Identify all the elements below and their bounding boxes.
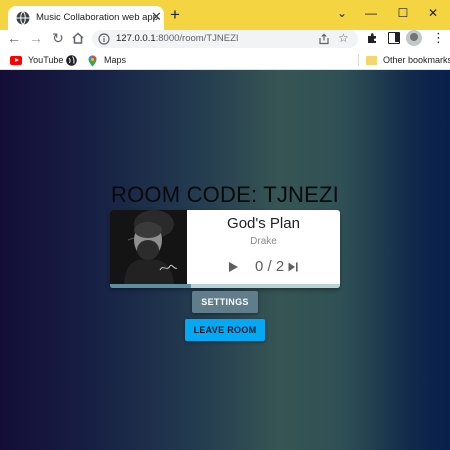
youtube-icon [10, 56, 22, 66]
minimize-icon[interactable]: — [358, 2, 384, 24]
bookmark-label: YouTube [28, 55, 64, 65]
browser-tab[interactable]: Music Collaboration web app ✕ [8, 6, 164, 30]
browser-toolbar: ← → ↻ 127.0.0.1:8000/room/TJNEZI ☆ ⋮ [0, 30, 450, 50]
song-progress-fill [110, 284, 191, 288]
music-player-card: God's Plan Drake 0 / 2 [110, 210, 340, 288]
browser-menu-icon[interactable]: ⋮ [432, 30, 445, 46]
skip-next-icon[interactable] [287, 261, 299, 273]
share-icon[interactable] [318, 33, 330, 45]
other-bookmarks-label: Other bookmarks [383, 55, 450, 65]
extensions-icon[interactable] [366, 32, 378, 44]
bookmark-youtube[interactable]: YouTube [10, 52, 63, 68]
other-bookmarks[interactable]: Other bookmarks [366, 52, 450, 68]
profile-avatar-icon[interactable] [406, 30, 422, 46]
info-icon[interactable] [98, 33, 110, 45]
reload-icon[interactable]: ↻ [50, 30, 66, 46]
skip-vote-count: 0 / 2 [255, 258, 285, 275]
bookmarks-divider [358, 54, 359, 66]
url-path: :8000/room/TJNEZI [155, 33, 239, 44]
song-title: God's Plan [227, 215, 300, 232]
room-code-label: ROOM CODE: [111, 182, 258, 207]
leave-room-button[interactable]: LEAVE ROOM [185, 319, 265, 341]
back-icon[interactable]: ← [6, 30, 22, 46]
globe-icon [66, 55, 77, 66]
album-cover [110, 210, 187, 284]
url-text[interactable]: 127.0.0.1:8000/room/TJNEZI [116, 33, 239, 44]
forward-icon[interactable]: → [28, 30, 44, 46]
home-icon[interactable] [71, 31, 85, 45]
url-host: 127.0.0.1 [116, 33, 156, 44]
settings-button[interactable]: SETTINGS [192, 291, 258, 313]
room-code-value: TJNEZI [263, 182, 339, 207]
play-icon[interactable] [227, 261, 239, 273]
song-artist: Drake [250, 236, 277, 247]
tab-search-chevron-icon[interactable]: ⌄ [329, 2, 355, 24]
new-tab-icon[interactable]: + [170, 5, 180, 25]
maximize-icon[interactable]: ☐ [390, 2, 416, 24]
close-window-icon[interactable]: ✕ [420, 2, 446, 24]
bookmark-maps[interactable]: Maps [87, 52, 126, 68]
bookmark-label: Maps [104, 55, 127, 65]
room-page: ROOM CODE: TJNEZI God's Plan Drake 0 / 2… [0, 70, 450, 450]
song-progress-bar [110, 284, 340, 288]
maps-icon [88, 55, 97, 67]
folder-icon [366, 56, 377, 66]
close-tab-icon[interactable]: ✕ [151, 9, 162, 25]
browser-titlebar: Music Collaboration web app ✕ + ⌄ — ☐ ✕ [0, 0, 450, 30]
side-panel-icon[interactable] [388, 32, 400, 44]
bookmarks-bar: YouTube Maps Other bookmarks [0, 50, 450, 70]
address-bar[interactable]: 127.0.0.1:8000/room/TJNEZI ☆ [92, 30, 358, 48]
bookmark-globe[interactable] [66, 52, 83, 68]
globe-icon [16, 11, 30, 25]
tab-title: Music Collaboration web app [36, 12, 158, 23]
room-code-heading: ROOM CODE: TJNEZI [0, 182, 450, 208]
bookmark-star-icon[interactable]: ☆ [338, 31, 349, 45]
